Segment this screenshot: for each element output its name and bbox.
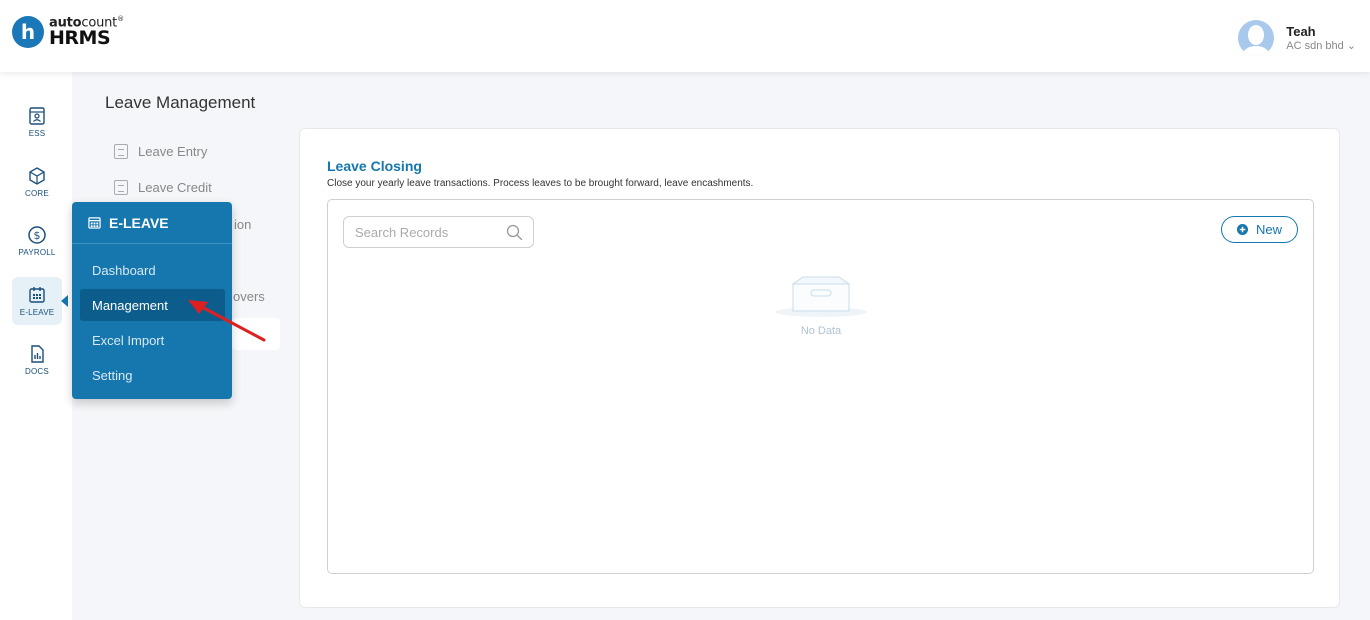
rail-item-docs[interactable]: DOCS bbox=[12, 336, 62, 384]
flyout-item-dashboard[interactable]: Dashboard bbox=[80, 254, 225, 286]
document-icon bbox=[114, 180, 128, 195]
subnav-item-label: ion bbox=[234, 217, 252, 232]
avatar[interactable] bbox=[1238, 20, 1275, 56]
cube-icon bbox=[29, 167, 45, 185]
rail-item-ess[interactable]: ESS bbox=[12, 98, 62, 146]
docs-icon bbox=[31, 345, 44, 363]
company-selector[interactable]: AC sdn bhd ⌄ bbox=[1286, 39, 1356, 53]
user-name: Teah bbox=[1286, 23, 1316, 39]
rail-item-payroll[interactable]: $ PAYROLL bbox=[12, 217, 62, 265]
page-description: Close your yearly leave transactions. Pr… bbox=[327, 178, 754, 189]
rail-label: E-LEAVE bbox=[19, 308, 55, 317]
ess-icon bbox=[29, 107, 45, 125]
flyout-title: E-LEAVE bbox=[109, 214, 169, 231]
rail-item-core[interactable]: CORE bbox=[12, 158, 62, 206]
rail-label: CORE bbox=[25, 189, 49, 198]
search-icon[interactable] bbox=[506, 224, 523, 241]
user-menu[interactable]: Teah AC sdn bhd ⌄ bbox=[1238, 20, 1356, 56]
subnav-item-partial[interactable]: ion bbox=[234, 217, 251, 232]
search-box[interactable] bbox=[343, 216, 534, 248]
svg-text:$: $ bbox=[34, 229, 41, 242]
records-panel: New No Data bbox=[327, 199, 1314, 574]
subnav-item-leave-entry[interactable]: Leave Entry bbox=[114, 144, 207, 159]
calendar-icon bbox=[29, 287, 45, 303]
rail-label: DOCS bbox=[25, 367, 49, 376]
section-title: Leave Management bbox=[105, 93, 256, 112]
annotation-arrow bbox=[188, 300, 266, 342]
rail-item-e-leave[interactable]: E-LEAVE bbox=[12, 277, 68, 325]
logo-wordmark: autocount® HRMS bbox=[49, 16, 124, 47]
empty-box-icon bbox=[775, 276, 867, 317]
subnav-item-label: Leave Credit bbox=[138, 180, 212, 195]
search-input[interactable] bbox=[355, 224, 505, 240]
rail-label: ESS bbox=[28, 129, 46, 138]
flyout-header: E-LEAVE bbox=[72, 202, 232, 244]
flyout-item-setting[interactable]: Setting bbox=[80, 359, 225, 391]
document-icon bbox=[114, 144, 128, 159]
page-title: Leave Closing bbox=[327, 158, 422, 174]
new-button-label: New bbox=[1255, 222, 1282, 237]
logo-hrms: HRMS bbox=[49, 26, 111, 49]
calendar-icon bbox=[88, 217, 101, 229]
subnav-item-label: Leave Entry bbox=[138, 144, 208, 159]
empty-state-text: No Data bbox=[800, 325, 842, 337]
logo-mark: h bbox=[12, 16, 44, 48]
app-logo[interactable]: h autocount® HRMS bbox=[12, 16, 124, 48]
leave-closing-card: Leave Closing Close your yearly leave tr… bbox=[299, 128, 1340, 608]
active-caret bbox=[61, 295, 68, 307]
empty-state: No Data bbox=[773, 274, 869, 337]
plus-circle-icon bbox=[1236, 224, 1248, 235]
logo-registered: ® bbox=[117, 15, 124, 24]
dollar-icon: $ bbox=[28, 226, 46, 244]
new-button[interactable]: New bbox=[1221, 216, 1298, 243]
top-header: h autocount® HRMS Teah AC sdn bhd ⌄ bbox=[0, 0, 1370, 72]
module-rail: ESS CORE $ PAYROLL E-LEAVE DOCS bbox=[0, 72, 72, 620]
subnav-item-leave-credit[interactable]: Leave Credit bbox=[114, 180, 212, 195]
rail-label: PAYROLL bbox=[18, 248, 56, 257]
